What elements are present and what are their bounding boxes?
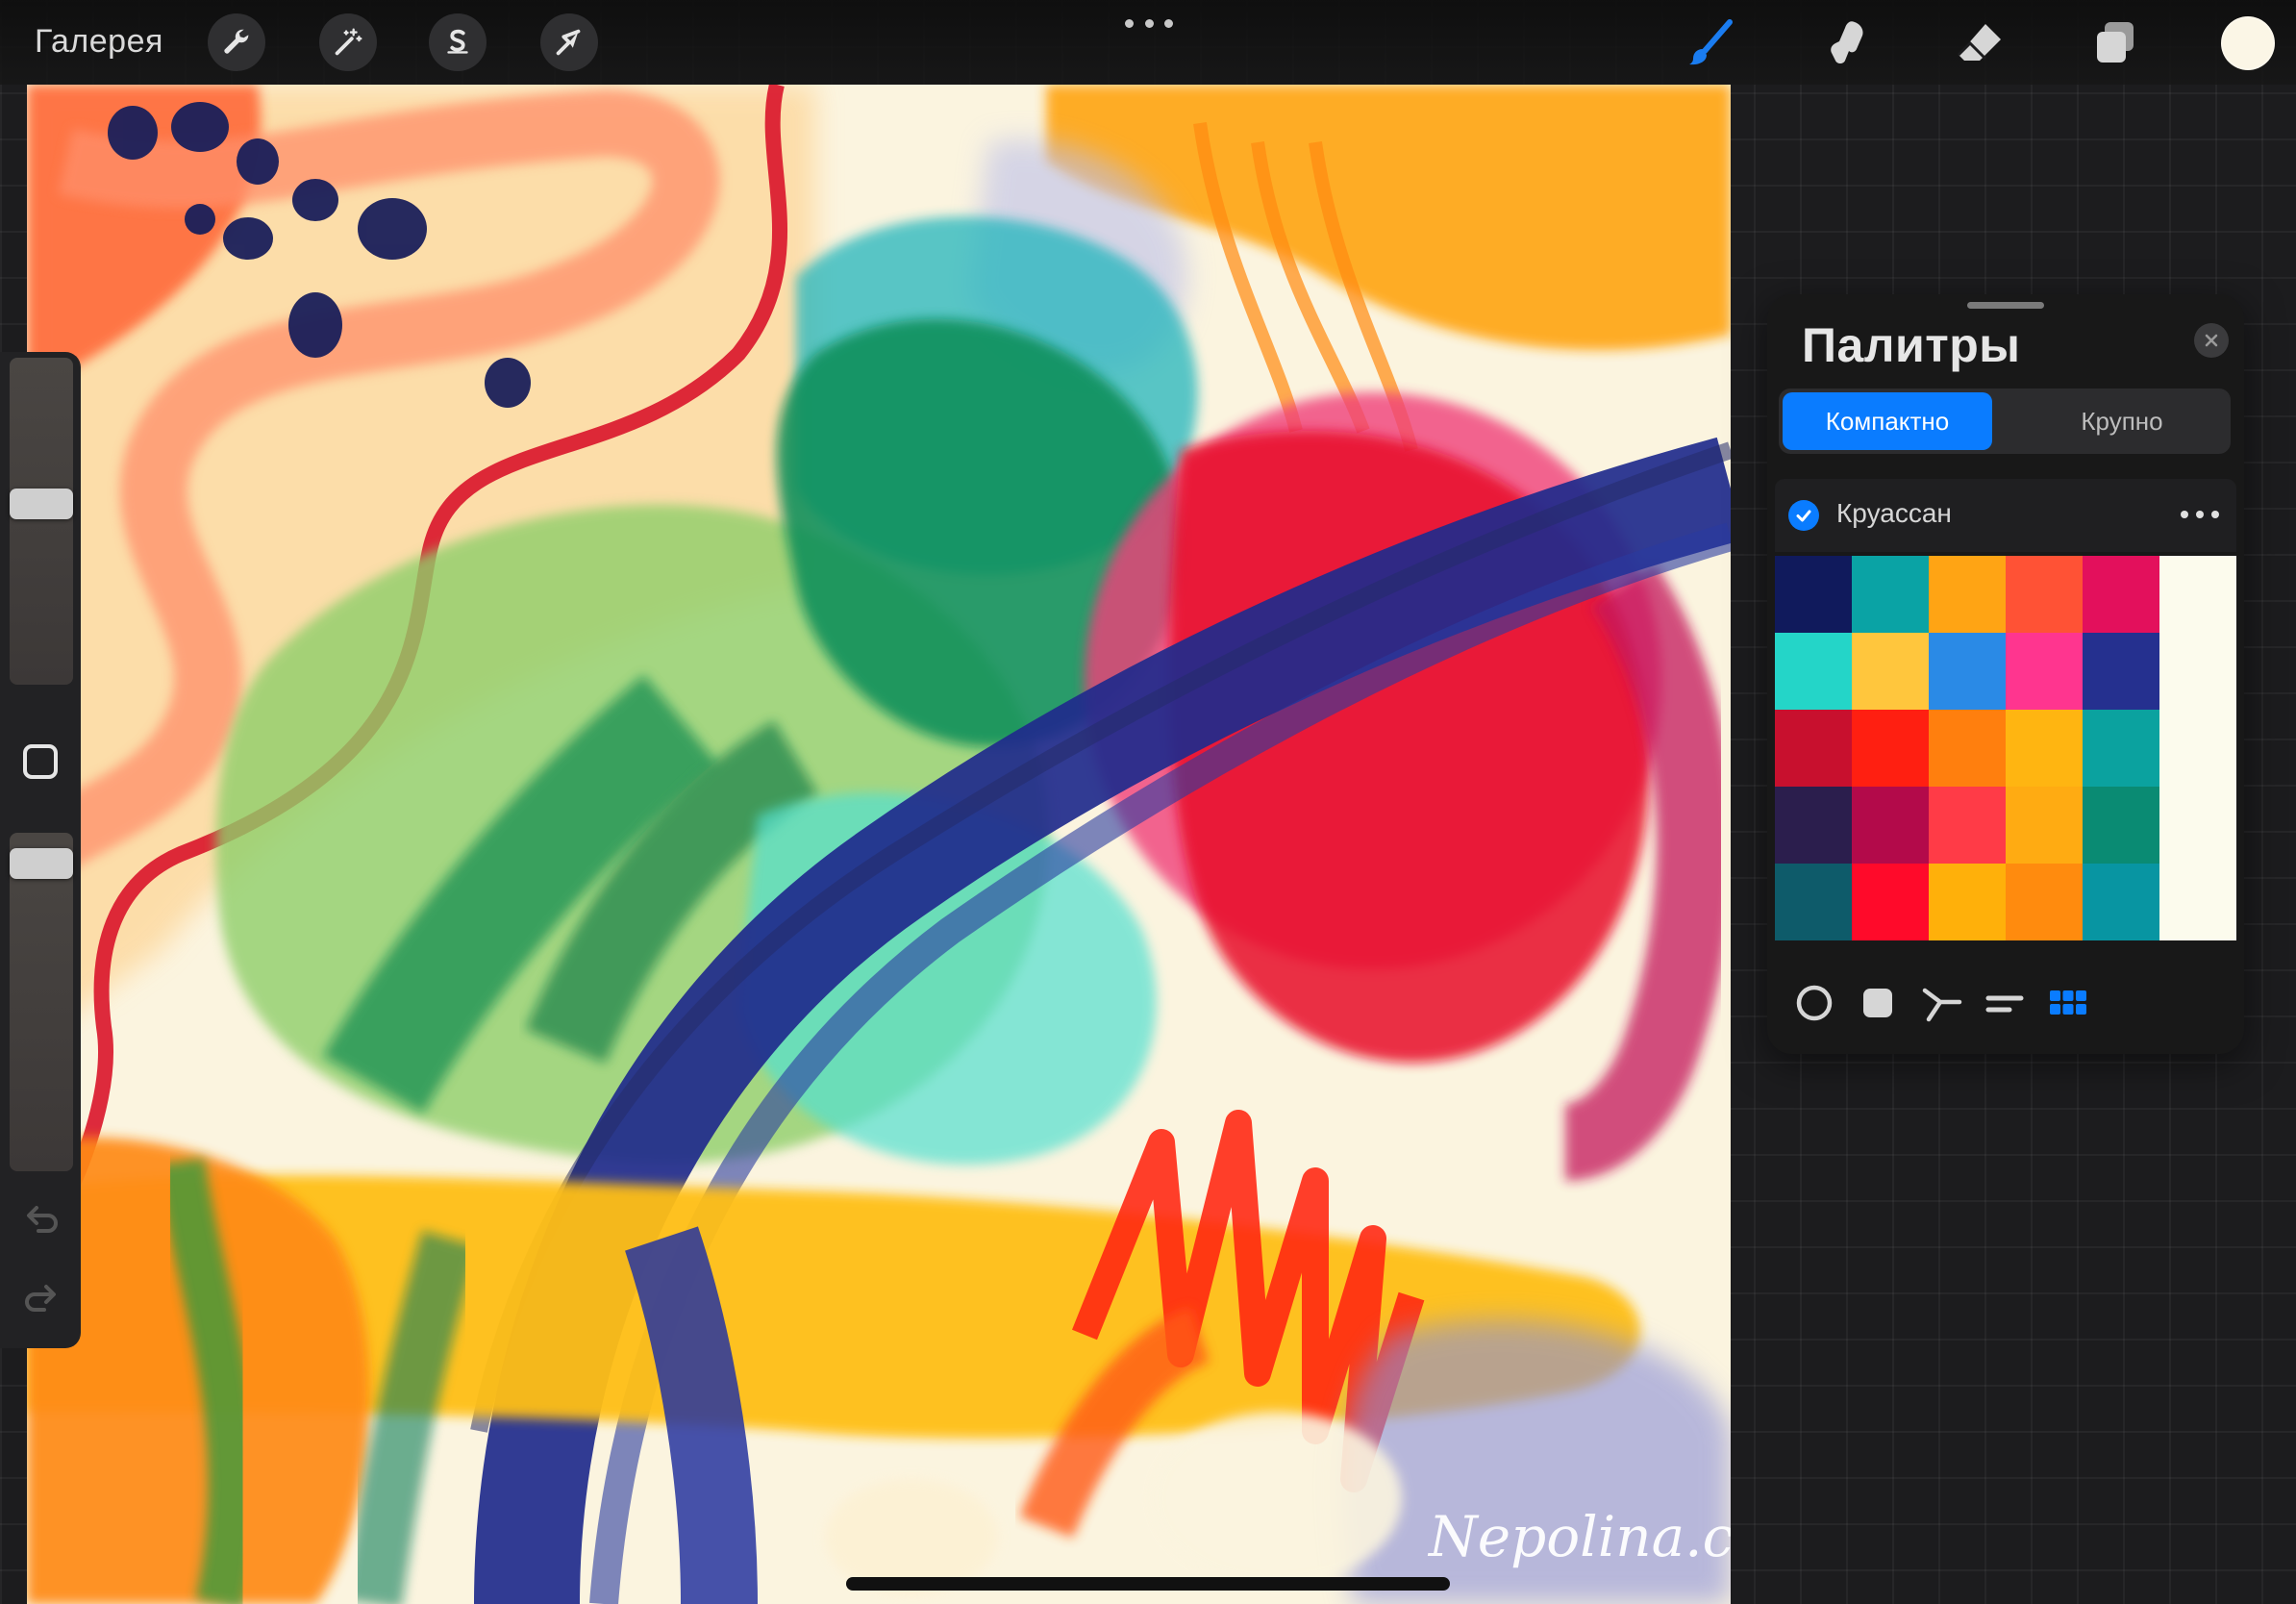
close-icon[interactable]: [2194, 323, 2229, 358]
modify-button[interactable]: [23, 744, 58, 779]
color-swatch-cell[interactable]: [1929, 710, 2006, 787]
checkmark-icon[interactable]: [1788, 500, 1819, 531]
color-swatch-cell[interactable]: [1929, 864, 2006, 940]
artwork-canvas[interactable]: Nepolina.com: [27, 85, 1731, 1604]
color-swatch-cell[interactable]: [1775, 556, 1852, 633]
palette-header: Круассан: [1775, 479, 2236, 552]
color-swatch-cell[interactable]: [2083, 864, 2159, 940]
color-swatch-cell[interactable]: [1852, 787, 1929, 864]
disc-icon[interactable]: [1790, 979, 1838, 1027]
color-swatch-cell[interactable]: [1775, 787, 1852, 864]
color-swatch-cell[interactable]: [2159, 710, 2236, 787]
color-swatch-cell[interactable]: [1929, 556, 2006, 633]
color-swatch-cell[interactable]: [1775, 710, 1852, 787]
opacity-slider[interactable]: [10, 833, 73, 1171]
color-swatch-cell[interactable]: [1929, 787, 2006, 864]
magic-wand-icon[interactable]: [319, 13, 377, 71]
gallery-button[interactable]: Галерея: [35, 17, 163, 65]
color-swatch-cell[interactable]: [1775, 633, 1852, 710]
color-swatch-cell[interactable]: [2006, 787, 2083, 864]
color-mode-bar: [1775, 973, 2236, 1033]
color-swatch-cell[interactable]: [2159, 787, 2236, 864]
view-mode-segmented-control: Компактно Крупно: [1779, 388, 2231, 454]
smudge-icon[interactable]: [1817, 13, 1877, 73]
color-swatch-cell[interactable]: [1852, 710, 1929, 787]
watermark-text: Nepolina.com: [1427, 1504, 1731, 1569]
color-swatch-cell[interactable]: [1775, 864, 1852, 940]
color-swatch-cell[interactable]: [2006, 864, 2083, 940]
harmony-icon[interactable]: [1917, 979, 1965, 1027]
more-options-icon[interactable]: [1125, 13, 1173, 33]
color-swatch-cell[interactable]: [2083, 633, 2159, 710]
palettes-grid-icon[interactable]: [2044, 979, 2092, 1027]
left-sidebar: [0, 352, 81, 1348]
home-indicator[interactable]: [846, 1577, 1450, 1591]
color-swatch-cell[interactable]: [1929, 633, 2006, 710]
panel-title: Палитры: [1802, 318, 2021, 372]
redo-icon[interactable]: [21, 1277, 62, 1317]
top-toolbar: Галерея: [0, 0, 2296, 85]
swatch-grid: [1775, 556, 2236, 940]
layers-icon[interactable]: [2084, 13, 2144, 73]
classic-square-icon[interactable]: [1854, 979, 1902, 1027]
color-swatch-cell[interactable]: [2006, 710, 2083, 787]
arrow-cursor-icon[interactable]: [540, 13, 598, 71]
color-swatch-cell[interactable]: [2006, 556, 2083, 633]
color-swatch-cell[interactable]: [2159, 556, 2236, 633]
selection-s-icon[interactable]: [429, 13, 487, 71]
color-swatch-cell[interactable]: [2159, 864, 2236, 940]
brush-icon[interactable]: [1681, 13, 1740, 73]
color-swatch-cell[interactable]: [2083, 710, 2159, 787]
tab-compact[interactable]: Компактно: [1783, 392, 1992, 450]
palettes-panel: Палитры Компактно Крупно Круассан: [1767, 294, 2244, 1054]
current-color-swatch[interactable]: [2221, 16, 2275, 70]
panel-grabber[interactable]: [1967, 302, 2044, 309]
opacity-thumb[interactable]: [10, 848, 73, 879]
color-swatch-cell[interactable]: [1852, 633, 1929, 710]
color-swatch-cell[interactable]: [1852, 864, 1929, 940]
wrench-icon[interactable]: [208, 13, 265, 71]
color-swatch-cell[interactable]: [1852, 556, 1929, 633]
color-swatch-cell[interactable]: [2006, 633, 2083, 710]
palette-more-icon[interactable]: [2181, 510, 2219, 519]
eraser-icon[interactable]: [1950, 13, 2009, 73]
brush-size-slider[interactable]: [10, 358, 73, 685]
color-swatch-cell[interactable]: [2083, 556, 2159, 633]
undo-icon[interactable]: [21, 1198, 62, 1239]
brush-size-thumb[interactable]: [10, 489, 73, 519]
color-swatch-cell[interactable]: [2159, 633, 2236, 710]
value-sliders-icon[interactable]: [1981, 979, 2029, 1027]
color-swatch-cell[interactable]: [2083, 787, 2159, 864]
palette-name[interactable]: Круассан: [1836, 498, 1952, 529]
tab-large[interactable]: Крупно: [2017, 392, 2227, 450]
artwork-image: Nepolina.com: [27, 85, 1731, 1604]
